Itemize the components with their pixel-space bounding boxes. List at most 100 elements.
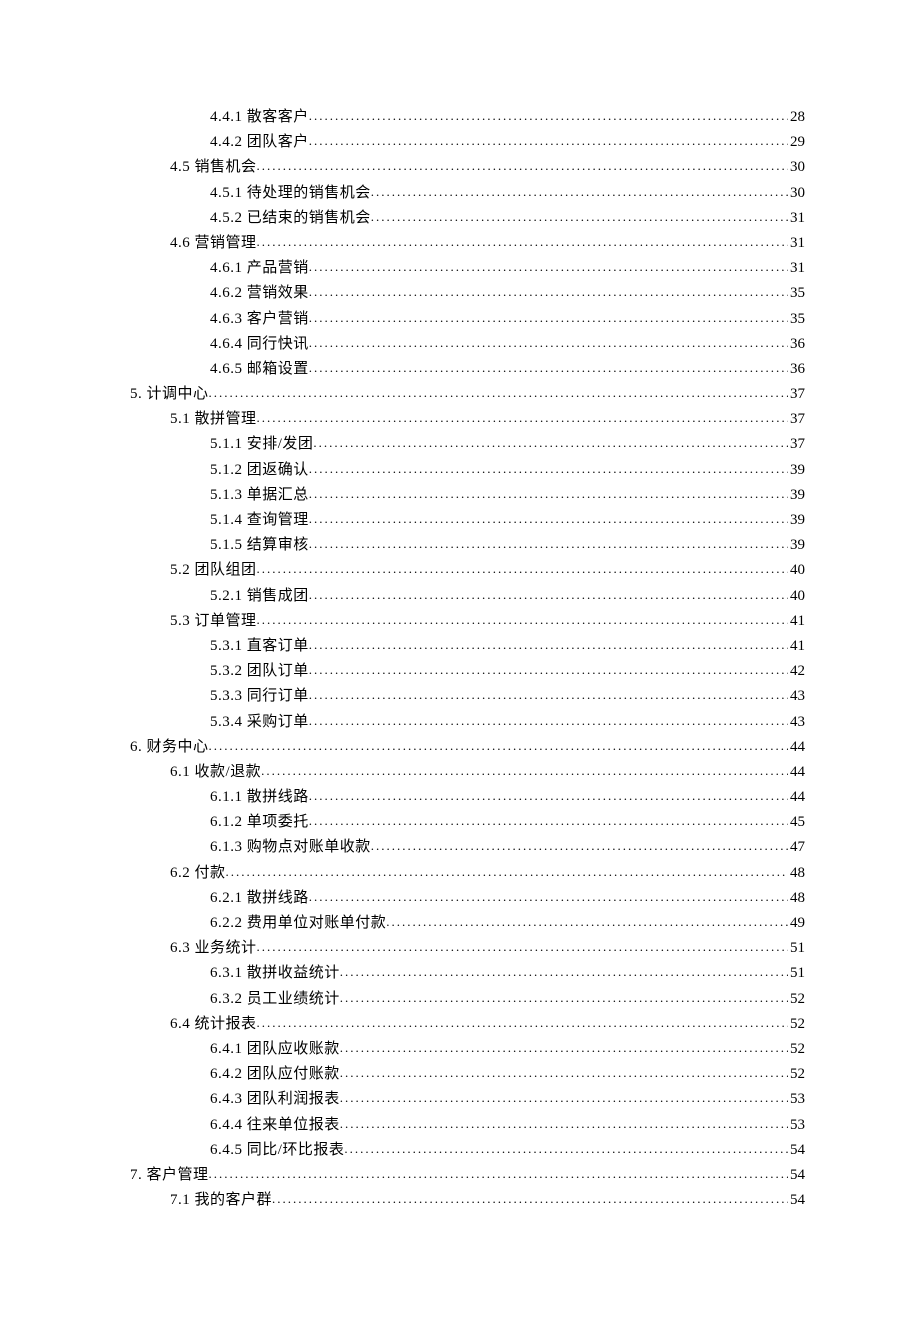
toc-leader-dots (309, 311, 788, 324)
toc-entry[interactable]: 6.2.1 散拼线路48 (130, 891, 805, 906)
toc-leader-dots (313, 436, 788, 449)
toc-entry-label: 6.2.1 散拼线路 (210, 891, 309, 906)
toc-entry[interactable]: 6. 财务中心 44 (130, 740, 805, 755)
toc-entry-page: 47 (788, 840, 805, 855)
toc-entry[interactable]: 4.6.4 同行快讯36 (130, 337, 805, 352)
toc-leader-dots (309, 361, 788, 374)
toc-entry-page: 44 (788, 740, 805, 755)
toc-entry[interactable]: 4.6.3 客户营销35 (130, 312, 805, 327)
toc-leader-dots (272, 1192, 788, 1205)
toc-entry-label: 6.1.1 散拼线路 (210, 790, 309, 805)
toc-leader-dots (257, 562, 788, 575)
toc-entry-label: 6.1.2 单项委托 (210, 815, 309, 830)
toc-entry-label: 4.5.1 待处理的销售机会 (210, 186, 371, 201)
toc-entry[interactable]: 6.3.2 员工业绩统计52 (130, 992, 805, 1007)
toc-entry[interactable]: 5.1.3 单据汇总39 (130, 488, 805, 503)
toc-leader-dots (309, 487, 788, 500)
toc-entry[interactable]: 5.1.5 结算审核39 (130, 538, 805, 553)
toc-entry[interactable]: 6.3 业务统计51 (130, 941, 805, 956)
toc-entry-label: 5.3.1 直客订单 (210, 639, 309, 654)
toc-entry[interactable]: 5.1 散拼管理37 (130, 412, 805, 427)
toc-entry[interactable]: 5.1.1 安排/发团37 (130, 437, 805, 452)
toc-entry-label: 6.3 业务统计 (170, 941, 257, 956)
toc-entry[interactable]: 6.4.3 团队利润报表53 (130, 1092, 805, 1107)
toc-leader-dots (209, 739, 788, 752)
toc-leader-dots (226, 865, 788, 878)
toc-entry[interactable]: 6.3.1 散拼收益统计51 (130, 966, 805, 981)
toc-entry-page: 42 (788, 664, 805, 679)
toc-entry[interactable]: 4.6.2 营销效果35 (130, 286, 805, 301)
toc-entry-label: 6. 财务中心 (130, 740, 209, 755)
toc-entry[interactable]: 6.4.1 团队应收账款52 (130, 1042, 805, 1057)
toc-entry-page: 31 (788, 211, 805, 226)
toc-leader-dots (309, 714, 788, 727)
toc-entry-label: 6.3.2 员工业绩统计 (210, 992, 340, 1007)
toc-entry[interactable]: 5.3.2 团队订单 42 (130, 664, 805, 679)
toc-entry[interactable]: 5.2.1 销售成团40 (130, 589, 805, 604)
toc-entry[interactable]: 6.2.2 费用单位对账单付款49 (130, 916, 805, 931)
toc-leader-dots (309, 588, 788, 601)
toc-entry-page: 36 (788, 362, 805, 377)
toc-entry[interactable]: 6.2 付款48 (130, 866, 805, 881)
toc-entry-page: 39 (788, 463, 805, 478)
toc-entry[interactable]: 5.3.4 采购订单43 (130, 715, 805, 730)
toc-entry[interactable]: 5.3 订单管理41 (130, 614, 805, 629)
toc-leader-dots (340, 1091, 788, 1104)
toc-entry-page: 29 (788, 135, 805, 150)
toc-entry-label: 5.2.1 销售成团 (210, 589, 309, 604)
toc-entry[interactable]: 4.5 销售机会30 (130, 160, 805, 175)
toc-entry[interactable]: 4.5.1 待处理的销售机会30 (130, 186, 805, 201)
toc-leader-dots (261, 764, 788, 777)
toc-entry[interactable]: 6.1.1 散拼线路 44 (130, 790, 805, 805)
toc-entry-page: 39 (788, 513, 805, 528)
toc-leader-dots (340, 1041, 788, 1054)
toc-entry-label: 7.1 我的客户群 (170, 1193, 272, 1208)
toc-entry[interactable]: 4.6.5 邮箱设置36 (130, 362, 805, 377)
toc-entry[interactable]: 4.4.2 团队客户29 (130, 135, 805, 150)
toc-entry-label: 6.4.1 团队应收账款 (210, 1042, 340, 1057)
toc-leader-dots (309, 285, 788, 298)
toc-leader-dots (344, 1142, 788, 1155)
toc-entry[interactable]: 7.1 我的客户群 54 (130, 1193, 805, 1208)
toc-entry-label: 4.6 营销管理 (170, 236, 257, 251)
toc-entry-label: 5.1.2 团返确认 (210, 463, 309, 478)
toc-leader-dots (257, 411, 788, 424)
toc-entry[interactable]: 4.6 营销管理31 (130, 236, 805, 251)
toc-entry[interactable]: 6.4.2 团队应付账款 52 (130, 1067, 805, 1082)
toc-leader-dots (257, 940, 788, 953)
toc-entry-label: 6.4.2 团队应付账款 (210, 1067, 340, 1082)
toc-entry[interactable]: 5. 计调中心37 (130, 387, 805, 402)
toc-entry[interactable]: 6.4.5 同比/环比报表54 (130, 1143, 805, 1158)
toc-leader-dots (309, 336, 788, 349)
toc-entry[interactable]: 6.1.3 购物点对账单收款 47 (130, 840, 805, 855)
toc-leader-dots (209, 1167, 788, 1180)
toc-entry[interactable]: 5.3.1 直客订单41 (130, 639, 805, 654)
toc-entry[interactable]: 6.4.4 往来单位报表53 (130, 1118, 805, 1133)
toc-entry[interactable]: 4.5.2 已结束的销售机会31 (130, 211, 805, 226)
toc-entry[interactable]: 7. 客户管理54 (130, 1168, 805, 1183)
toc-entry-page: 52 (788, 1017, 805, 1032)
toc-entry[interactable]: 5.1.2 团返确认 39 (130, 463, 805, 478)
toc-entry-label: 6.2 付款 (170, 866, 226, 881)
toc-entry-page: 41 (788, 614, 805, 629)
toc-entry[interactable]: 6.4 统计报表52 (130, 1017, 805, 1032)
toc-leader-dots (309, 789, 788, 802)
toc-entry-label: 5.2 团队组团 (170, 563, 257, 578)
toc-entry-page: 30 (788, 160, 805, 175)
toc-entry-page: 54 (788, 1193, 805, 1208)
toc-entry-page: 52 (788, 1067, 805, 1082)
toc-entry-label: 6.1.3 购物点对账单收款 (210, 840, 371, 855)
toc-entry-page: 31 (788, 261, 805, 276)
toc-entry[interactable]: 4.4.1 散客客户28 (130, 110, 805, 125)
toc-entry[interactable]: 6.1 收款/退款44 (130, 765, 805, 780)
toc-entry-label: 5.3.2 团队订单 (210, 664, 309, 679)
toc-entry[interactable]: 5.2 团队组团 40 (130, 563, 805, 578)
toc-entry[interactable]: 5.3.3 同行订单43 (130, 689, 805, 704)
toc-entry[interactable]: 4.6.1 产品营销31 (130, 261, 805, 276)
toc-entry-label: 7. 客户管理 (130, 1168, 209, 1183)
toc-entry-page: 40 (788, 563, 805, 578)
toc-entry-label: 6.4.3 团队利润报表 (210, 1092, 340, 1107)
toc-entry-page: 44 (788, 790, 805, 805)
toc-entry[interactable]: 5.1.4 查询管理39 (130, 513, 805, 528)
toc-entry[interactable]: 6.1.2 单项委托45 (130, 815, 805, 830)
